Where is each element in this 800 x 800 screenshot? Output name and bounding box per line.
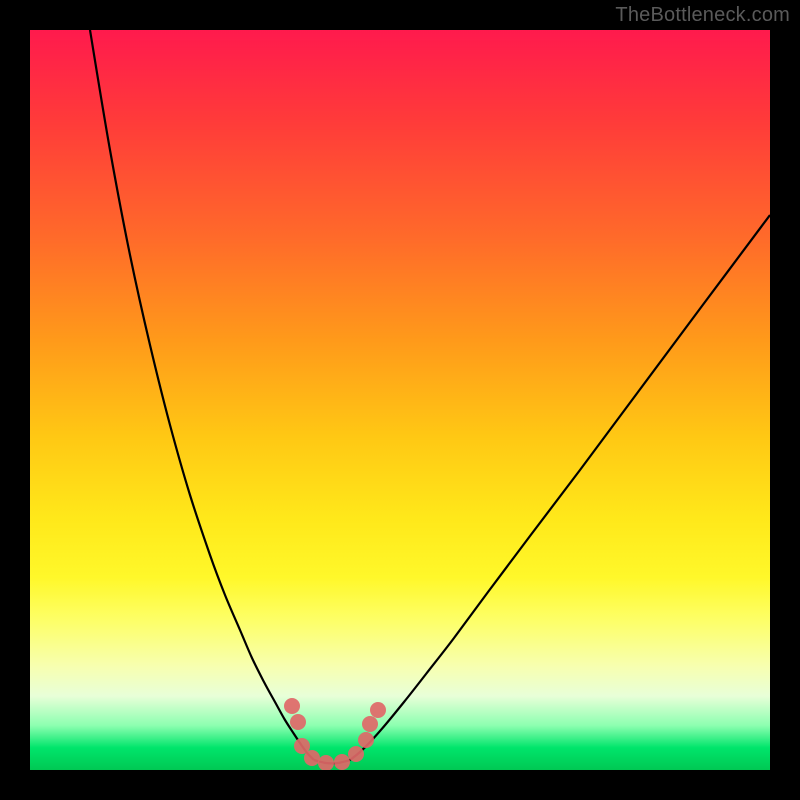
curve-left-branch (90, 30, 314, 760)
data-marker (358, 732, 374, 748)
marker-group (284, 698, 386, 770)
data-marker (370, 702, 386, 718)
data-marker (318, 755, 334, 770)
data-marker (284, 698, 300, 714)
data-marker (362, 716, 378, 732)
data-marker (334, 754, 350, 770)
data-marker (348, 746, 364, 762)
data-marker (290, 714, 306, 730)
watermark-text: TheBottleneck.com (615, 4, 790, 27)
data-marker (304, 750, 320, 766)
plot-area (30, 30, 770, 770)
curve-svg (30, 30, 770, 770)
chart-frame: TheBottleneck.com (0, 0, 800, 800)
curve-right-branch (350, 215, 770, 760)
